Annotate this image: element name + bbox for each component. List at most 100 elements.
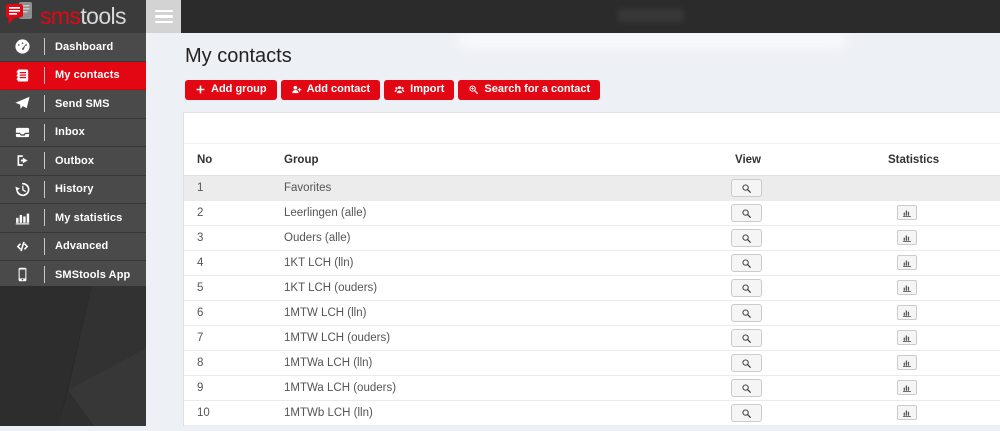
column-header-group: Group bbox=[270, 144, 726, 176]
bar-chart-icon bbox=[902, 284, 912, 296]
row-statistics-cell bbox=[879, 375, 1000, 401]
view-group-button[interactable] bbox=[731, 329, 762, 347]
sidebar-item-send-sms[interactable]: Send SMS bbox=[0, 90, 146, 119]
logo[interactable]: smstools bbox=[0, 0, 146, 33]
sidebar-item-advanced[interactable]: Advanced bbox=[0, 232, 146, 261]
group-statistics-button[interactable] bbox=[897, 355, 917, 370]
column-header-no: No bbox=[184, 144, 270, 176]
sidebar-item-label: Outbox bbox=[55, 154, 95, 167]
menu-divider bbox=[44, 180, 45, 198]
inbox-icon bbox=[0, 124, 44, 141]
row-statistics-cell bbox=[879, 200, 1000, 226]
row-view-cell bbox=[726, 350, 879, 376]
table-row: 8 1MTWa LCH (lln) bbox=[184, 350, 1000, 376]
group-statistics-button[interactable] bbox=[897, 255, 917, 270]
row-group-name: Leerlingen (alle) bbox=[270, 200, 726, 226]
group-statistics-button[interactable] bbox=[897, 230, 917, 245]
sidebar-item-dashboard[interactable]: Dashboard bbox=[0, 33, 146, 62]
row-no: 9 bbox=[184, 375, 270, 401]
menu-divider bbox=[44, 95, 45, 113]
view-group-button[interactable] bbox=[731, 279, 762, 297]
row-statistics-cell bbox=[879, 250, 1000, 276]
top-bar: smstools bbox=[0, 0, 1000, 33]
view-group-button[interactable] bbox=[731, 229, 762, 247]
row-view-cell bbox=[726, 275, 879, 301]
add-contact-button[interactable]: Add contact bbox=[280, 80, 381, 100]
magnifier-icon bbox=[741, 259, 752, 272]
view-group-button[interactable] bbox=[731, 354, 762, 372]
row-statistics-cell bbox=[879, 350, 1000, 376]
view-group-button[interactable] bbox=[731, 404, 762, 422]
table-row: 4 1KT LCH (lln) bbox=[184, 250, 1000, 276]
contacts-panel: No Group View Statistics 1 Favorites 2 Leer… bbox=[183, 112, 1000, 426]
sidebar-item-outbox[interactable]: Outbox bbox=[0, 147, 146, 176]
bar-chart-icon bbox=[902, 209, 912, 221]
view-group-button[interactable] bbox=[731, 304, 762, 322]
sidebar-item-my-statistics[interactable]: My statistics bbox=[0, 204, 146, 233]
view-group-button[interactable] bbox=[731, 254, 762, 272]
magnifier-icon bbox=[741, 309, 752, 322]
group-statistics-button[interactable] bbox=[897, 280, 917, 295]
row-no: 5 bbox=[184, 275, 270, 301]
sidebar-item-inbox[interactable]: Inbox bbox=[0, 118, 146, 147]
row-view-cell bbox=[726, 250, 879, 276]
magnifier-icon bbox=[741, 184, 752, 197]
row-view-cell bbox=[726, 375, 879, 401]
group-statistics-button[interactable] bbox=[897, 205, 917, 220]
table-row: 7 1MTW LCH (ouders) bbox=[184, 325, 1000, 351]
group-statistics-button[interactable] bbox=[897, 380, 917, 395]
menu-divider bbox=[44, 209, 45, 227]
row-no: 8 bbox=[184, 350, 270, 376]
menu-divider bbox=[44, 152, 45, 170]
row-statistics-cell bbox=[879, 325, 1000, 351]
magnifier-icon bbox=[741, 359, 752, 372]
redacted-blur-band bbox=[458, 33, 848, 48]
view-group-button[interactable] bbox=[731, 204, 762, 222]
group-statistics-button[interactable] bbox=[897, 405, 917, 420]
row-view-cell bbox=[726, 225, 879, 251]
topbar-redacted-text bbox=[618, 9, 684, 22]
add-group-button[interactable]: Add group bbox=[185, 80, 277, 100]
row-statistics-cell bbox=[879, 400, 1000, 426]
sidebar-item-label: Inbox bbox=[55, 126, 85, 139]
row-view-cell bbox=[726, 325, 879, 351]
table-row: 1 Favorites bbox=[184, 175, 1000, 201]
table-row: 5 1KT LCH (ouders) bbox=[184, 275, 1000, 301]
bar-chart-icon bbox=[902, 234, 912, 246]
row-statistics-cell bbox=[879, 225, 1000, 251]
sidebar-item-my-contacts[interactable]: My contacts bbox=[0, 61, 146, 90]
smstools-logo-icon bbox=[5, 1, 35, 32]
row-view-cell bbox=[726, 300, 879, 326]
bar-chart-icon bbox=[902, 359, 912, 371]
row-group-name: Favorites bbox=[270, 175, 726, 201]
sidebar: Dashboard My contacts Send SMS Inbox Outbox H… bbox=[0, 33, 146, 426]
sidebar-item-label: My statistics bbox=[55, 211, 123, 224]
hamburger-icon[interactable] bbox=[146, 0, 181, 33]
user-plus-icon bbox=[291, 84, 302, 95]
row-group-name: 1KT LCH (lln) bbox=[270, 250, 726, 276]
table-row: 9 1MTWa LCH (ouders) bbox=[184, 375, 1000, 401]
sidebar-item-history[interactable]: History bbox=[0, 175, 146, 204]
bar-chart-icon bbox=[902, 334, 912, 346]
table-row: 3 Ouders (alle) bbox=[184, 225, 1000, 251]
view-group-button[interactable] bbox=[731, 179, 762, 197]
sidebar-item-label: SMStools App bbox=[55, 268, 131, 281]
import-button[interactable]: Import bbox=[384, 80, 455, 100]
paper-plane-icon bbox=[0, 95, 44, 112]
menu-divider bbox=[44, 66, 45, 84]
button-label: Search for a contact bbox=[484, 83, 591, 95]
view-group-button[interactable] bbox=[731, 379, 762, 397]
row-group-name: Ouders (alle) bbox=[270, 225, 726, 251]
sidebar-item-label: Advanced bbox=[55, 240, 109, 253]
table-row: 10 1MTWb LCH (lln) bbox=[184, 400, 1000, 426]
bar-chart-icon bbox=[0, 209, 44, 226]
magnifier-icon bbox=[741, 234, 752, 247]
groups-table: No Group View Statistics 1 Favorites 2 Leer… bbox=[184, 144, 1000, 426]
row-group-name: 1MTWa LCH (ouders) bbox=[270, 375, 726, 401]
bar-chart-icon bbox=[902, 259, 912, 271]
group-statistics-button[interactable] bbox=[897, 330, 917, 345]
row-statistics-cell bbox=[879, 275, 1000, 301]
group-statistics-button[interactable] bbox=[897, 305, 917, 320]
search-for-a-contact-button[interactable]: Search for a contact bbox=[458, 80, 601, 100]
sidebar-item-label: Dashboard bbox=[55, 40, 114, 53]
